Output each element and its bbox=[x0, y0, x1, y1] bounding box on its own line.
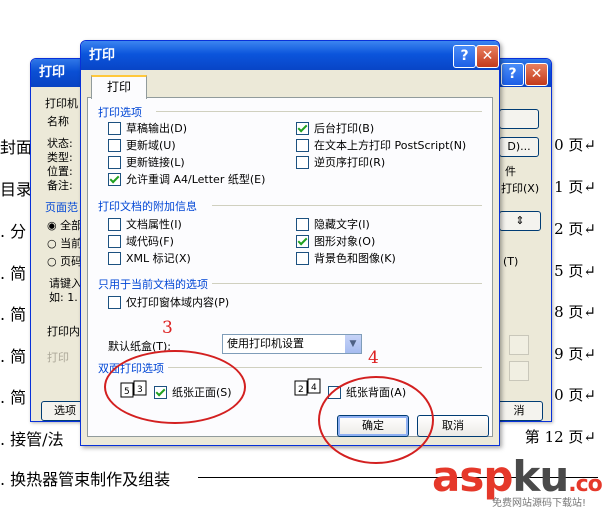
back-help-icon[interactable]: ? bbox=[501, 63, 524, 86]
back-disabled-dropdown-1 bbox=[509, 335, 529, 355]
back-radio-current[interactable]: ○ 当前 bbox=[47, 235, 82, 251]
close-icon[interactable]: ✕ bbox=[476, 45, 499, 68]
dialog-title: 打印 bbox=[81, 41, 499, 70]
help-icon[interactable]: ? bbox=[453, 45, 476, 68]
back-radio-all[interactable]: ◉ 全部 bbox=[47, 217, 82, 233]
doc-page-cover: 0 页↵ bbox=[554, 136, 596, 154]
group-extra-info: 打印文档的附加信息 bbox=[98, 200, 197, 213]
svg-text:2: 2 bbox=[298, 385, 304, 395]
checkbox-reverse[interactable]: 逆页序打印(R) bbox=[296, 154, 385, 170]
checkbox-field-codes[interactable]: 域代码(F) bbox=[108, 233, 174, 249]
chevron-down-icon: ▼ bbox=[345, 335, 361, 353]
doc-line-cover: 封面 bbox=[0, 138, 33, 157]
doc-page-3: 2 页↵ bbox=[554, 220, 596, 238]
group-current-doc: 只用于当前文档的选项 bbox=[98, 278, 208, 291]
doc-page-6: 9 页↵ bbox=[554, 345, 596, 363]
doc-line-7: . 简 bbox=[0, 388, 27, 407]
checkbox-doc-props[interactable]: 文档属性(I) bbox=[108, 216, 182, 232]
doc-page-7: 10 页↵ bbox=[544, 386, 596, 404]
back-cancel-button[interactable]: 消 bbox=[495, 401, 543, 421]
svg-text:4: 4 bbox=[311, 383, 317, 393]
doc-line-6: . 简 bbox=[0, 347, 27, 366]
annotation-circle-ok bbox=[318, 376, 434, 464]
divider bbox=[156, 111, 482, 112]
group-print-options: 打印选项 bbox=[98, 106, 142, 119]
doc-line-4: . 简 bbox=[0, 264, 27, 283]
doc-line-3: . 分 bbox=[0, 222, 27, 241]
checkbox-update-fields[interactable]: 更新域(U) bbox=[108, 137, 176, 153]
back-label-page-range: 页面范 bbox=[45, 201, 78, 214]
tab-print[interactable]: 打印 bbox=[91, 75, 147, 99]
back-spin-button[interactable]: ⇕ bbox=[499, 211, 541, 231]
annotation-number-4: 4 bbox=[368, 348, 379, 368]
back-radio-pages[interactable]: ○ 页码 bbox=[47, 253, 82, 269]
annotation-circle-front bbox=[104, 350, 246, 424]
checkbox-xml-tags[interactable]: XML 标记(X) bbox=[108, 250, 191, 266]
doc-line-5: . 简 bbox=[0, 305, 27, 324]
back-label-file: 件 bbox=[505, 165, 516, 178]
checkbox-drawing-objects[interactable]: 图形对象(O) bbox=[296, 233, 375, 249]
back-label-printer: 打印机 bbox=[45, 97, 78, 110]
checkbox-postscript[interactable]: 在文本上方打印 PostScript(N) bbox=[296, 137, 466, 153]
back-label-note: 备注: bbox=[47, 179, 73, 192]
watermark-subtitle: 免费网站源码下载站! bbox=[492, 498, 587, 509]
doc-page-5: 8 页↵ bbox=[554, 303, 596, 321]
checkbox-allow-a4[interactable]: 允许重调 A4/Letter 纸型(E) bbox=[108, 171, 265, 187]
back-label-print-x: 打印(X) bbox=[501, 182, 540, 195]
back-label-print: 打印 bbox=[47, 351, 69, 364]
default-tray-select[interactable]: 使用打印机设置 ▼ bbox=[222, 334, 362, 354]
checkbox-background-print[interactable]: 后台打印(B) bbox=[296, 120, 374, 136]
back-label-example: 如: 1. bbox=[49, 291, 78, 304]
doc-line-toc: 目录 bbox=[0, 180, 33, 199]
back-label-print-content: 打印内 bbox=[47, 325, 80, 338]
back-close-icon[interactable]: ✕ bbox=[525, 63, 548, 86]
doc-page-toc: 1 页↵ bbox=[554, 178, 596, 196]
divider bbox=[212, 283, 482, 284]
checkbox-form-data[interactable]: 仅打印窗体域内容(P) bbox=[108, 294, 229, 310]
doc-line-9: . 换热器管束制作及组装 bbox=[0, 470, 171, 489]
back-props-button[interactable] bbox=[499, 109, 539, 129]
back-find-button[interactable]: D)... bbox=[499, 137, 539, 157]
back-label-name: 名称 bbox=[47, 115, 69, 128]
annotation-number-3: 3 bbox=[162, 318, 173, 338]
back-label-t: (T) bbox=[503, 255, 519, 268]
doc-line-8: . 接管/法 bbox=[0, 430, 64, 449]
duplex-back-icon: 2 4 bbox=[294, 378, 321, 396]
back-disabled-dropdown-2 bbox=[509, 361, 529, 381]
checkbox-update-links[interactable]: 更新链接(L) bbox=[108, 154, 185, 170]
checkbox-hidden-text[interactable]: 隐藏文字(I) bbox=[296, 216, 370, 232]
divider bbox=[212, 205, 482, 206]
checkbox-bg-colors[interactable]: 背景色和图像(K) bbox=[296, 250, 396, 266]
doc-page-8: 第 12 页↵ bbox=[524, 428, 596, 446]
doc-page-4: 5 页↵ bbox=[554, 262, 596, 280]
checkbox-draft[interactable]: 草稿输出(D) bbox=[108, 120, 187, 136]
